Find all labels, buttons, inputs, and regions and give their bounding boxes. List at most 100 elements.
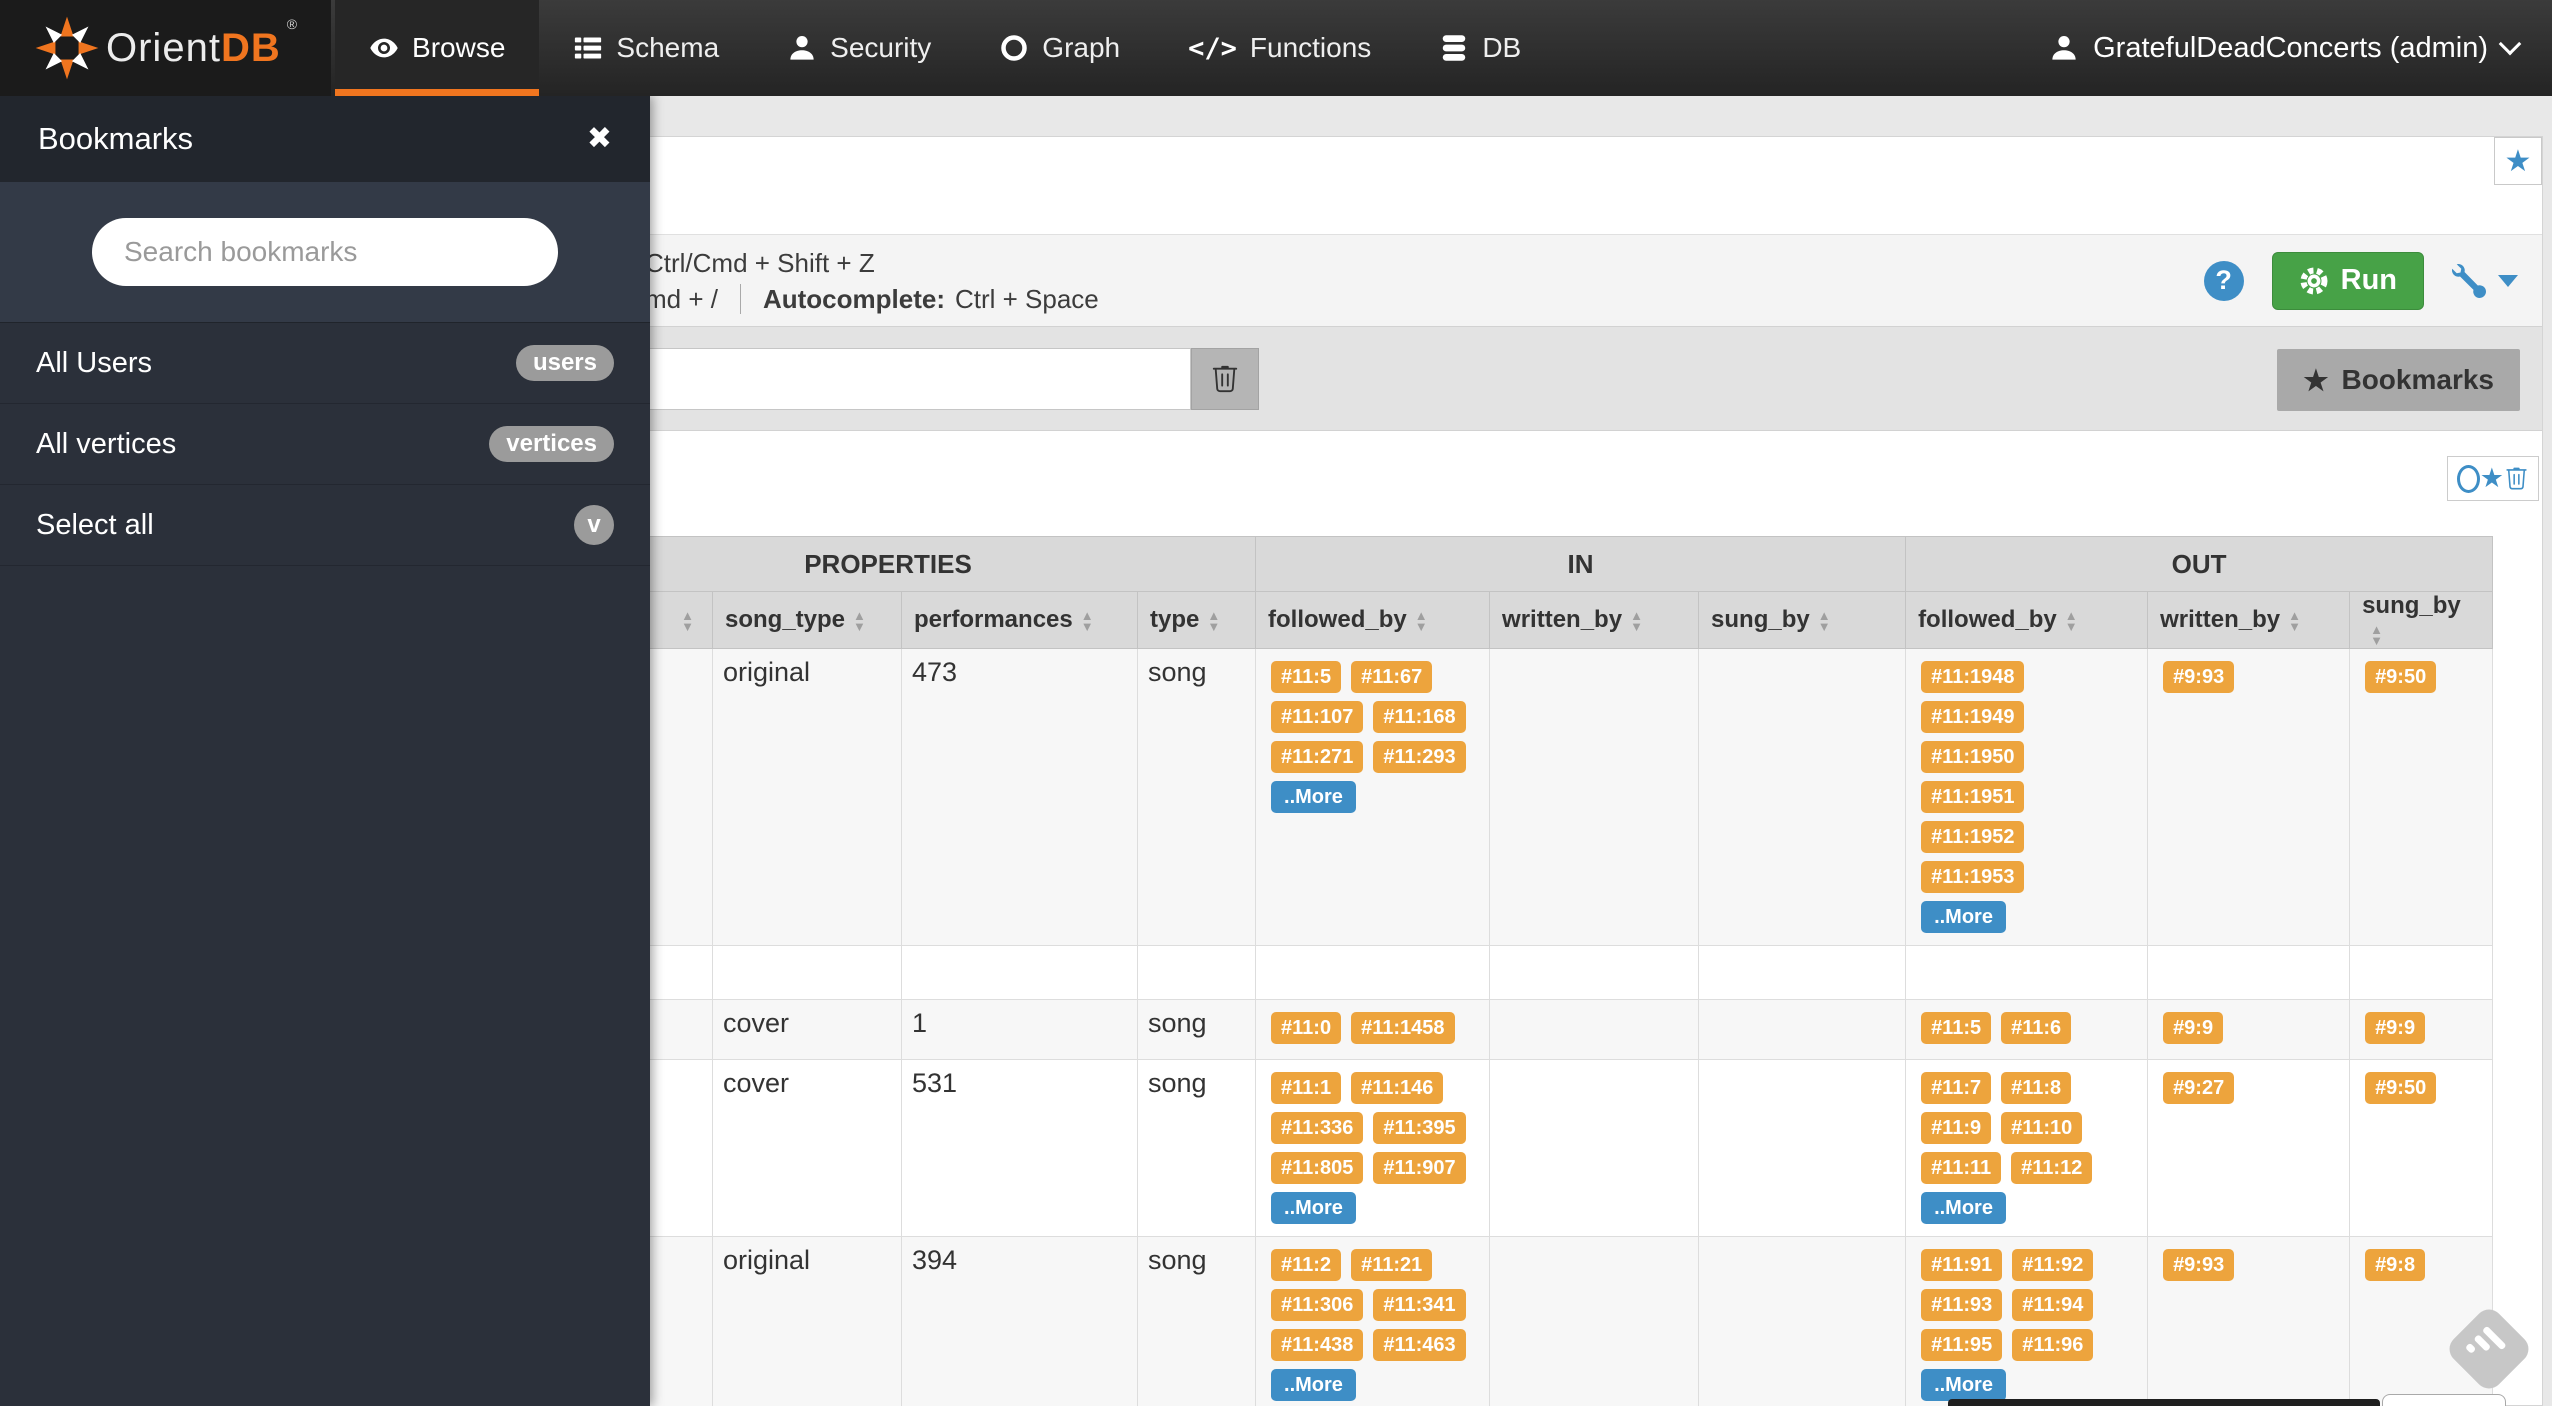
orientdb-logo[interactable]: OrientDB ®: [0, 0, 331, 96]
record-badge[interactable]: #11:11: [1921, 1152, 2001, 1184]
bookmark-item-all-vertices[interactable]: All vertices vertices: [0, 404, 650, 485]
search-bookmarks-input[interactable]: [92, 218, 558, 286]
bookmark-item-select-all[interactable]: Select all v: [0, 485, 650, 566]
empty-cell: [2148, 946, 2350, 1000]
empty-cell: [1490, 946, 1699, 1000]
column-header-in-sung-by[interactable]: sung_by: [1699, 592, 1906, 649]
record-badge[interactable]: #11:271: [1271, 741, 1363, 773]
tab-db[interactable]: DB: [1405, 0, 1555, 96]
table-row: original394song#11:2#11:21#11:306#11:341…: [521, 1237, 2493, 1406]
star-icon[interactable]: [2480, 465, 2504, 492]
column-header-out-written-by[interactable]: written_by: [2148, 592, 2350, 649]
column-header-out-followed-by[interactable]: followed_by: [1906, 592, 2148, 649]
record-badge[interactable]: #11:336: [1271, 1112, 1363, 1144]
record-badge[interactable]: #11:10: [2001, 1112, 2082, 1144]
record-badge[interactable]: #11:92: [2012, 1249, 2093, 1281]
record-badge[interactable]: #11:1948: [1921, 661, 2024, 693]
record-badge[interactable]: #11:146: [1351, 1072, 1443, 1104]
column-header-type[interactable]: type: [1138, 592, 1256, 649]
record-badge[interactable]: #11:0: [1271, 1012, 1341, 1044]
bookmarks-toggle-button[interactable]: Bookmarks: [2277, 349, 2520, 411]
tab-security[interactable]: Security: [753, 0, 965, 96]
tab-functions[interactable]: </> Functions: [1154, 0, 1405, 96]
record-badge[interactable]: #11:168: [1373, 701, 1465, 733]
record-badge[interactable]: #11:306: [1271, 1289, 1363, 1321]
record-badge[interactable]: #9:8: [2365, 1249, 2425, 1281]
record-badge[interactable]: #11:7: [1921, 1072, 1991, 1104]
record-badge[interactable]: #11:107: [1271, 701, 1363, 733]
bookmark-label: Select all: [36, 509, 154, 542]
column-header-out-sung-by[interactable]: sung_by: [2350, 592, 2493, 649]
list-icon: [573, 33, 603, 63]
record-badge[interactable]: #11:67: [1351, 661, 1432, 693]
database-icon: [1439, 33, 1469, 63]
run-button[interactable]: Run: [2272, 252, 2424, 310]
help-icon[interactable]: ?: [2204, 261, 2244, 301]
record-badge[interactable]: #11:293: [1373, 741, 1465, 773]
record-badge[interactable]: #11:91: [1921, 1249, 2002, 1281]
record-badge[interactable]: #11:6: [2001, 1012, 2071, 1044]
record-badge[interactable]: #11:5: [1271, 661, 1341, 693]
close-icon[interactable]: [587, 124, 612, 154]
record-badge[interactable]: #11:1951: [1921, 781, 2024, 813]
record-badge[interactable]: #11:5: [1921, 1012, 1991, 1044]
column-header-performances[interactable]: performances: [902, 592, 1138, 649]
record-badge[interactable]: #11:341: [1373, 1289, 1465, 1321]
cell-type: song: [1138, 1237, 1256, 1406]
record-badge[interactable]: #9:93: [2163, 1249, 2234, 1281]
record-badge[interactable]: #11:1458: [1351, 1012, 1454, 1044]
record-badge[interactable]: #11:2: [1271, 1249, 1341, 1281]
record-badge[interactable]: #11:395: [1373, 1112, 1465, 1144]
record-badge[interactable]: #11:463: [1373, 1329, 1465, 1361]
record-badge[interactable]: #9:27: [2163, 1072, 2234, 1104]
record-badge[interactable]: #11:1952: [1921, 821, 2024, 853]
record-badge[interactable]: #11:1: [1271, 1072, 1341, 1104]
record-badge[interactable]: #11:94: [2012, 1289, 2093, 1321]
bookmarks-panel-title: Bookmarks: [38, 121, 193, 157]
query-settings-dropdown[interactable]: [2452, 264, 2518, 298]
record-badge[interactable]: #11:805: [1271, 1152, 1363, 1184]
record-badge[interactable]: #9:50: [2365, 661, 2436, 693]
record-badge[interactable]: #9:9: [2163, 1012, 2223, 1044]
clear-query-button[interactable]: [1191, 348, 1259, 410]
bookmark-query-button[interactable]: [2494, 137, 2542, 185]
tab-schema[interactable]: Schema: [539, 0, 753, 96]
cell-out-followed-by: #11:91 #11:92 #11:93 #11:94 #11:95 #11:96..Mo…: [1906, 1237, 2148, 1406]
more-button[interactable]: ..More: [1921, 1369, 2006, 1401]
tab-graph[interactable]: Graph: [965, 0, 1154, 96]
more-button[interactable]: ..More: [1271, 1369, 1356, 1401]
record-badge[interactable]: #11:1950: [1921, 741, 2024, 773]
cell-out-followed-by: #11:5 #11:6: [1906, 1000, 2148, 1060]
autocomplete-value: Ctrl + Space: [955, 281, 1099, 317]
cell-out-written-by: #9:93: [2148, 1237, 2350, 1406]
record-badge[interactable]: #9:50: [2365, 1072, 2436, 1104]
circle-icon[interactable]: [2457, 465, 2480, 493]
spacer-row: [521, 946, 2493, 1000]
record-badge[interactable]: #11:1953: [1921, 861, 2024, 893]
empty-cell: [713, 946, 902, 1000]
record-badge[interactable]: #11:93: [1921, 1289, 2002, 1321]
column-header-in-written-by[interactable]: written_by: [1490, 592, 1699, 649]
record-badge[interactable]: #11:8: [2001, 1072, 2071, 1104]
record-badge[interactable]: #11:438: [1271, 1329, 1363, 1361]
bookmark-item-all-users[interactable]: All Users users: [0, 323, 650, 404]
column-header-song-type[interactable]: song_type: [713, 592, 902, 649]
user-menu[interactable]: GratefulDeadConcerts (admin): [2049, 0, 2552, 96]
trash-icon[interactable]: [2504, 466, 2529, 491]
more-button[interactable]: ..More: [1921, 1192, 2006, 1224]
tab-browse[interactable]: Browse: [335, 0, 539, 96]
record-badge[interactable]: #9:9: [2365, 1012, 2425, 1044]
more-button[interactable]: ..More: [1921, 901, 2006, 933]
record-badge[interactable]: #11:9: [1921, 1112, 1991, 1144]
record-badge[interactable]: #11:95: [1921, 1329, 2002, 1361]
record-badge[interactable]: #11:1949: [1921, 701, 2024, 733]
record-badge[interactable]: #11:21: [1351, 1249, 1432, 1281]
main-nav: Browse Schema Security Graph: [335, 0, 1555, 96]
more-button[interactable]: ..More: [1271, 1192, 1356, 1224]
record-badge[interactable]: #9:93: [2163, 661, 2234, 693]
record-badge[interactable]: #11:12: [2011, 1152, 2092, 1184]
column-header-in-followed-by[interactable]: followed_by: [1256, 592, 1490, 649]
record-badge[interactable]: #11:907: [1373, 1152, 1465, 1184]
more-button[interactable]: ..More: [1271, 781, 1356, 813]
record-badge[interactable]: #11:96: [2012, 1329, 2093, 1361]
